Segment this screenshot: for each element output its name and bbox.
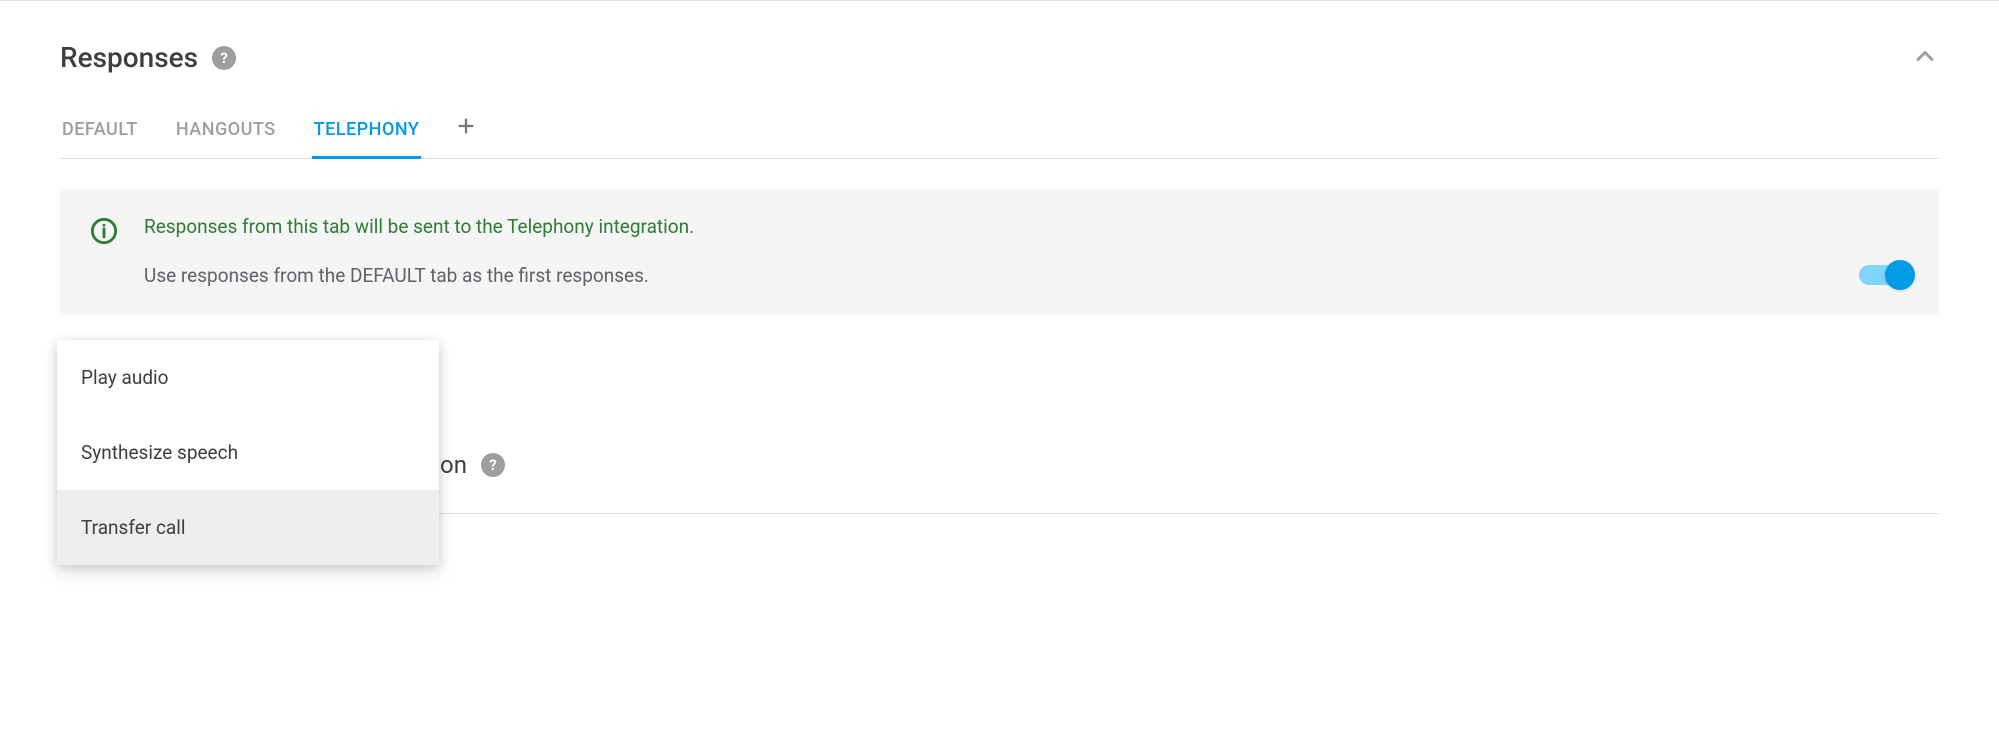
banner-integration-text: Responses from this tab will be sent to … bbox=[144, 215, 1833, 238]
section-title-wrap: Responses ? bbox=[60, 41, 236, 74]
add-tab-button[interactable] bbox=[455, 115, 477, 153]
obscured-label-fragment: on bbox=[440, 451, 467, 479]
dropdown-item-transfer-call[interactable]: Transfer call bbox=[57, 490, 439, 565]
tab-hangouts[interactable]: HANGOUTS bbox=[174, 109, 278, 158]
section-title: Responses bbox=[60, 41, 198, 74]
response-tabs: DEFAULT HANGOUTS TELEPHONY bbox=[60, 109, 1939, 159]
obscured-section: on ? bbox=[440, 451, 1939, 479]
section-header: Responses ? bbox=[60, 41, 1939, 74]
info-content: Responses from this tab will be sent to … bbox=[144, 215, 1833, 287]
dropdown-item-play-audio[interactable]: Play audio bbox=[57, 340, 439, 415]
toggle-wrap bbox=[1859, 265, 1909, 285]
info-icon bbox=[90, 217, 118, 245]
top-divider bbox=[0, 0, 1999, 1]
use-default-responses-toggle[interactable] bbox=[1859, 265, 1909, 285]
help-icon[interactable]: ? bbox=[481, 453, 505, 477]
dropdown-item-synthesize-speech[interactable]: Synthesize speech bbox=[57, 415, 439, 490]
collapse-icon[interactable] bbox=[1911, 42, 1939, 74]
info-banner: Responses from this tab will be sent to … bbox=[60, 189, 1939, 315]
response-type-dropdown: Play audio Synthesize speech Transfer ca… bbox=[57, 340, 439, 565]
tab-telephony[interactable]: TELEPHONY bbox=[312, 109, 422, 159]
tab-default[interactable]: DEFAULT bbox=[60, 109, 140, 158]
banner-default-text: Use responses from the DEFAULT tab as th… bbox=[144, 264, 1833, 287]
toggle-thumb bbox=[1885, 260, 1915, 290]
help-icon[interactable]: ? bbox=[212, 46, 236, 70]
